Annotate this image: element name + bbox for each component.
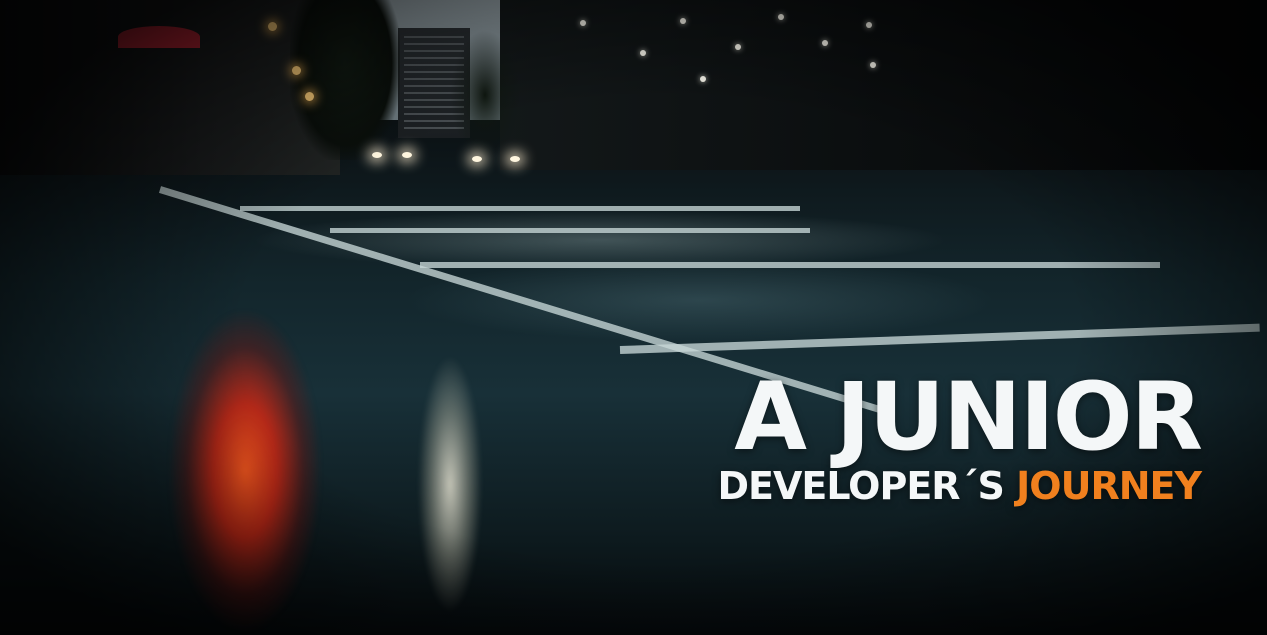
crosswalk-stripe	[619, 323, 1260, 354]
headline-line2: DEVELOPER´S JOURNEY	[717, 464, 1202, 508]
ceiling-light	[778, 14, 784, 20]
ceiling-light	[870, 62, 876, 68]
car-headlight	[372, 152, 382, 158]
ceiling-light	[640, 50, 646, 56]
headline-line2-main: DEVELOPER´S	[717, 464, 1004, 508]
tree	[290, 0, 400, 160]
building-right	[500, 0, 1267, 170]
ceiling-light	[735, 44, 741, 50]
car-headlight	[472, 156, 482, 162]
tree	[450, 30, 520, 160]
crosswalk-stripe	[420, 262, 1160, 268]
ceiling-light	[822, 40, 828, 46]
street-lamp	[268, 22, 277, 31]
ceiling-light	[866, 22, 872, 28]
street-lamp	[305, 92, 314, 101]
crosswalk-stripe	[240, 206, 800, 211]
red-umbrella	[118, 26, 200, 48]
ceiling-light	[580, 20, 586, 26]
red-light-reflection	[140, 270, 350, 635]
headline-line1: A JUNIOR	[734, 363, 1203, 472]
crosswalk-stripe	[330, 228, 810, 233]
wet-road-sheen	[250, 210, 950, 270]
street-lamp	[292, 66, 301, 75]
headline-line2-accent: JOURNEY	[1016, 464, 1202, 508]
ceiling-light	[680, 18, 686, 24]
hero-image: A JUNIOR DEVELOPER´S JOURNEY	[0, 0, 1267, 635]
car-headlight	[402, 152, 412, 158]
ceiling-light	[700, 76, 706, 82]
headline: A JUNIOR DEVELOPER´S JOURNEY	[717, 363, 1203, 508]
white-light-reflection	[395, 300, 505, 635]
car-headlight	[510, 156, 520, 162]
